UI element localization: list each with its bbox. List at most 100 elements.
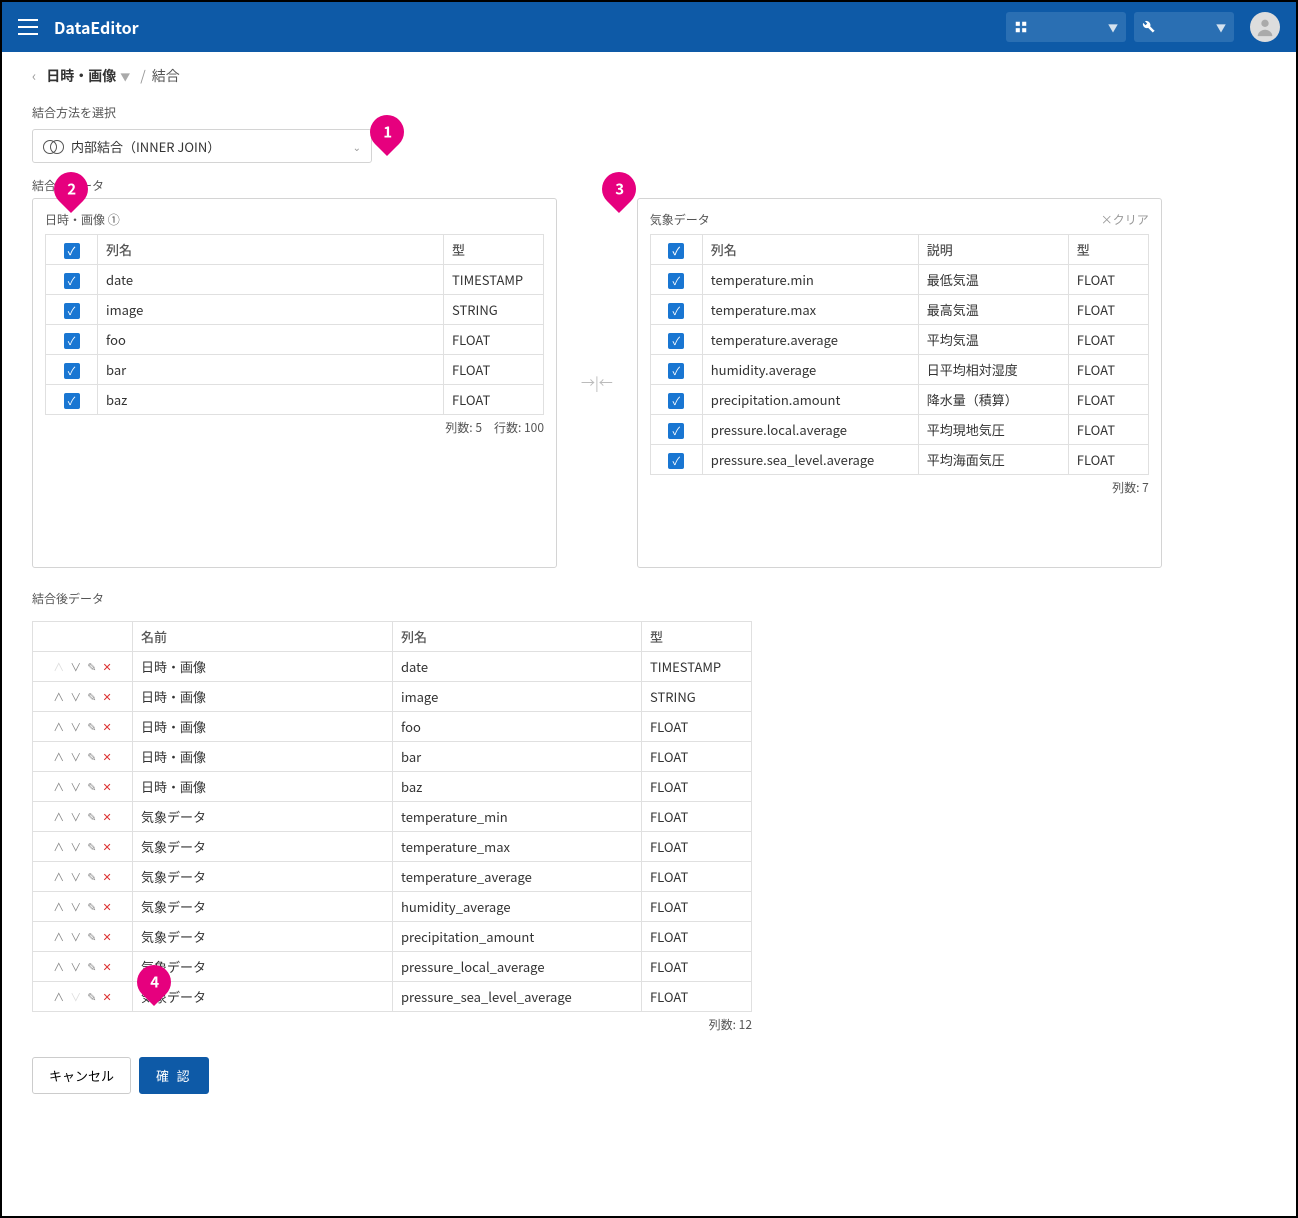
- edit-icon[interactable]: ✎: [87, 959, 96, 975]
- cell-desc: 平均海面気圧: [918, 445, 1068, 475]
- move-up-icon[interactable]: ∧: [53, 839, 64, 855]
- move-down-icon[interactable]: ∨: [70, 689, 81, 705]
- app-header: DataEditor ▼ ▼: [2, 2, 1296, 52]
- confirm-button[interactable]: 確 認: [139, 1057, 209, 1094]
- table-row: ✓ precipitation.amount 降水量（積算） FLOAT: [650, 385, 1148, 415]
- move-up-icon[interactable]: ∧: [53, 719, 64, 735]
- move-down-icon[interactable]: ∨: [70, 779, 81, 795]
- cell-desc: 平均気温: [918, 325, 1068, 355]
- cell-col: pressure_local_average: [393, 952, 642, 982]
- edit-icon[interactable]: ✎: [87, 779, 96, 795]
- edit-icon[interactable]: ✎: [87, 899, 96, 915]
- clear-button[interactable]: ×クリア: [1101, 211, 1149, 228]
- cell-name: date: [98, 265, 444, 295]
- delete-icon[interactable]: ✕: [103, 659, 112, 675]
- edit-icon[interactable]: ✎: [87, 689, 96, 705]
- move-down-icon[interactable]: ∨: [70, 839, 81, 855]
- edit-icon[interactable]: ✎: [87, 809, 96, 825]
- delete-icon[interactable]: ✕: [103, 929, 112, 945]
- cell-type: FLOAT: [642, 892, 752, 922]
- table-row: ∧ ∨ ✎ ✕ 気象データ precipitation_amount FLOAT: [33, 922, 752, 952]
- select-all-checkbox[interactable]: ✓: [64, 243, 80, 259]
- move-down-icon[interactable]: ∨: [70, 749, 81, 765]
- cell-name: 気象データ: [133, 952, 393, 982]
- edit-icon[interactable]: ✎: [87, 749, 96, 765]
- cell-type: FLOAT: [1068, 445, 1148, 475]
- delete-icon[interactable]: ✕: [103, 809, 112, 825]
- header-tools-select[interactable]: ▼: [1134, 12, 1234, 42]
- chevron-down-icon[interactable]: ▼: [120, 69, 130, 84]
- row-checkbox[interactable]: ✓: [668, 453, 684, 469]
- table-row: ∧ ∨ ✎ ✕ 気象データ temperature_average FLOAT: [33, 862, 752, 892]
- header-project-select[interactable]: ▼: [1006, 12, 1126, 42]
- delete-icon[interactable]: ✕: [103, 719, 112, 735]
- move-up-icon[interactable]: ∧: [53, 749, 64, 765]
- cell-type: FLOAT: [642, 952, 752, 982]
- edit-icon[interactable]: ✎: [87, 719, 96, 735]
- row-checkbox[interactable]: ✓: [668, 363, 684, 379]
- left-source-panel: 日時・画像 ① ✓ 列名 型 ✓ date TIMESTAMP✓ image S…: [32, 198, 557, 568]
- avatar[interactable]: [1250, 12, 1280, 42]
- move-down-icon[interactable]: ∨: [70, 809, 81, 825]
- left-panel-title: 日時・画像 ①: [45, 211, 120, 228]
- cell-type: FLOAT: [642, 982, 752, 1012]
- delete-icon[interactable]: ✕: [103, 899, 112, 915]
- cell-name: 気象データ: [133, 832, 393, 862]
- delete-icon[interactable]: ✕: [103, 869, 112, 885]
- move-up-icon[interactable]: ∧: [53, 779, 64, 795]
- move-up-icon[interactable]: ∧: [53, 869, 64, 885]
- cancel-button[interactable]: キャンセル: [32, 1057, 131, 1094]
- row-checkbox[interactable]: ✓: [64, 273, 80, 289]
- delete-icon[interactable]: ✕: [103, 959, 112, 975]
- cell-col: temperature_max: [393, 832, 642, 862]
- edit-icon[interactable]: ✎: [87, 929, 96, 945]
- move-up-icon[interactable]: ∧: [53, 809, 64, 825]
- row-checkbox[interactable]: ✓: [64, 333, 80, 349]
- chevron-down-icon: ▼: [1216, 20, 1226, 35]
- cell-col: humidity_average: [393, 892, 642, 922]
- move-up-icon[interactable]: ∧: [53, 959, 64, 975]
- move-down-icon[interactable]: ∨: [70, 899, 81, 915]
- row-checkbox[interactable]: ✓: [668, 273, 684, 289]
- delete-icon[interactable]: ✕: [103, 779, 112, 795]
- edit-icon[interactable]: ✎: [87, 659, 96, 675]
- right-panel-meta: 列数: 7: [650, 479, 1149, 496]
- edit-icon[interactable]: ✎: [87, 869, 96, 885]
- move-down-icon[interactable]: ∨: [70, 719, 81, 735]
- cell-name: humidity.average: [702, 355, 918, 385]
- row-checkbox[interactable]: ✓: [668, 333, 684, 349]
- delete-icon[interactable]: ✕: [103, 749, 112, 765]
- cell-col: temperature_average: [393, 862, 642, 892]
- move-up-icon[interactable]: ∧: [53, 899, 64, 915]
- table-row: ∧ ∨ ✎ ✕ 気象データ temperature_min FLOAT: [33, 802, 752, 832]
- row-checkbox[interactable]: ✓: [668, 393, 684, 409]
- move-up-icon[interactable]: ∧: [53, 929, 64, 945]
- chevron-down-icon: ▼: [1108, 20, 1118, 35]
- move-down-icon[interactable]: ∨: [70, 929, 81, 945]
- delete-icon[interactable]: ✕: [103, 989, 112, 1005]
- edit-icon[interactable]: ✎: [87, 839, 96, 855]
- breadcrumb-item-1[interactable]: 日時・画像: [46, 66, 116, 86]
- join-method-select[interactable]: 内部結合（INNER JOIN） ⌄: [32, 129, 372, 163]
- delete-icon[interactable]: ✕: [103, 689, 112, 705]
- row-checkbox[interactable]: ✓: [668, 303, 684, 319]
- row-checkbox[interactable]: ✓: [64, 363, 80, 379]
- row-checkbox[interactable]: ✓: [668, 423, 684, 439]
- move-up-icon[interactable]: ∧: [53, 989, 64, 1005]
- col-header-type: 型: [642, 622, 752, 652]
- move-down-icon[interactable]: ∨: [70, 659, 81, 675]
- back-icon[interactable]: ‹: [32, 66, 36, 86]
- delete-icon[interactable]: ✕: [103, 839, 112, 855]
- cell-name: 気象データ: [133, 802, 393, 832]
- move-down-icon[interactable]: ∨: [70, 959, 81, 975]
- table-row: ✓ humidity.average 日平均相対湿度 FLOAT: [650, 355, 1148, 385]
- edit-icon[interactable]: ✎: [87, 989, 96, 1005]
- row-checkbox[interactable]: ✓: [64, 303, 80, 319]
- cell-col: image: [393, 682, 642, 712]
- table-row: ✓ pressure.local.average 平均現地気圧 FLOAT: [650, 415, 1148, 445]
- menu-icon[interactable]: [18, 17, 38, 37]
- row-checkbox[interactable]: ✓: [64, 393, 80, 409]
- select-all-checkbox[interactable]: ✓: [668, 243, 684, 259]
- move-up-icon[interactable]: ∧: [53, 689, 64, 705]
- move-down-icon[interactable]: ∨: [70, 869, 81, 885]
